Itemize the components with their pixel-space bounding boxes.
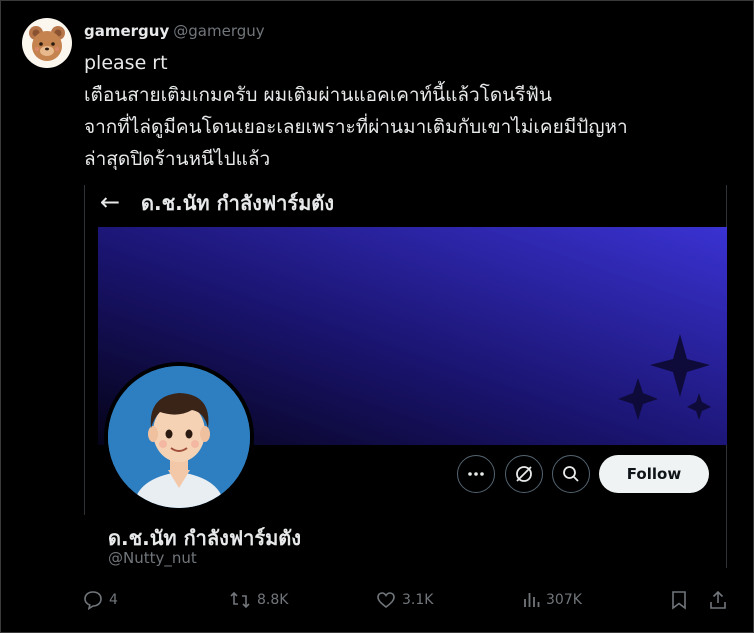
analytics-icon (524, 593, 540, 607)
heart-icon (377, 592, 395, 609)
tweet-actions: 4 8.8K 3.1K 307K (0, 590, 754, 618)
tweet-line: จากที่ไล่ดูมีคนโดนเยอะเลยเพราะที่ผ่านมาเ… (84, 116, 628, 138)
tweet-line: ล่าสุดปิดร้านหนีไปแล้ว (84, 148, 271, 170)
reply-button[interactable]: 4 (83, 590, 118, 610)
repost-button[interactable]: 8.8K (229, 590, 288, 610)
profile-header-title: ด.ช.นัท กำลังฟาร์มตัง (141, 191, 335, 215)
tweet-header: gamerguy @gamerguy (84, 22, 265, 40)
like-count: 3.1K (402, 592, 434, 608)
more-options-button[interactable] (457, 455, 495, 493)
tweet-text: please rt เตือนสายเติมเกมครับ ผมเติมผ่าน… (84, 47, 724, 175)
profile-avatar (104, 362, 254, 512)
author-handle[interactable]: @gamerguy (173, 22, 264, 40)
share-button[interactable] (708, 590, 728, 610)
author-name[interactable]: gamerguy (84, 22, 169, 40)
follow-button[interactable]: Follow (599, 455, 709, 493)
more-icon (468, 472, 484, 476)
search-profile-button[interactable] (552, 455, 590, 493)
tweet-line: เตือนสายเติมเกมครับ ผมเติมผ่านแอคเคาท์นี… (84, 84, 552, 106)
tweet-line: please rt (84, 52, 168, 74)
views-button[interactable]: 307K (522, 590, 582, 610)
profile-handle: @Nutty_nut (108, 549, 197, 567)
repost-icon (230, 591, 250, 609)
views-count: 307K (546, 592, 582, 608)
reply-icon (84, 591, 102, 610)
divider (84, 185, 85, 515)
like-button[interactable]: 3.1K (376, 590, 433, 610)
grok-button[interactable] (505, 455, 543, 493)
share-icon (710, 590, 726, 609)
search-icon (563, 466, 579, 482)
repost-count: 8.8K (257, 592, 289, 608)
attached-image[interactable]: ← ด.ช.นัท กำลังฟาร์มตัง Follow ด.ช.นัท ก… (84, 185, 727, 568)
bookmark-button[interactable] (670, 590, 688, 610)
reply-count: 4 (109, 592, 118, 608)
grok-icon (516, 466, 532, 482)
author-avatar[interactable] (22, 18, 72, 68)
back-arrow-icon: ← (100, 188, 121, 216)
bookmark-icon (672, 591, 686, 610)
